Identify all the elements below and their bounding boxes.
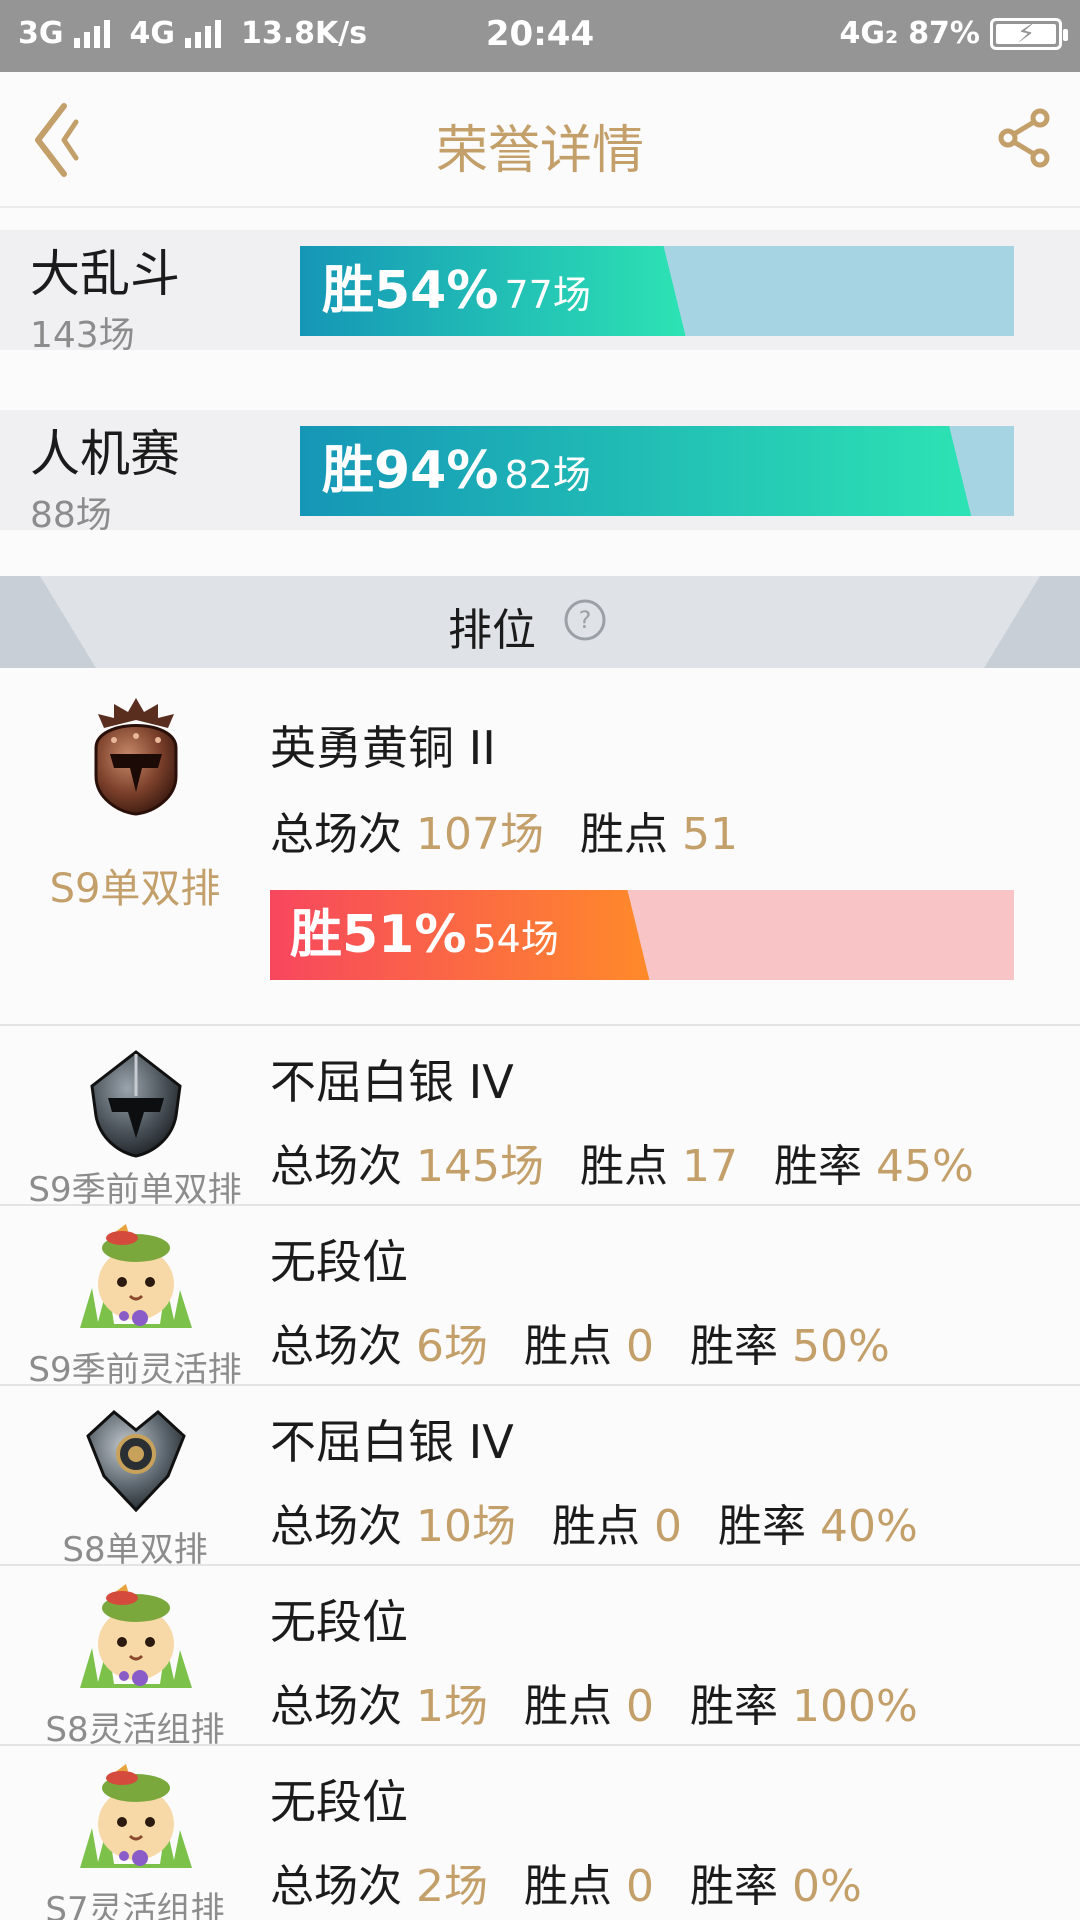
win-rate-label: 胜率 xyxy=(718,1501,806,1552)
league-points-value: 0 xyxy=(626,1321,654,1372)
share-icon[interactable] xyxy=(996,108,1054,168)
ranked-row[interactable]: S8灵活组排 无段位 总场次 1场 胜点 0 胜率 100% xyxy=(0,1566,1080,1750)
rank-stats: 总场次 2场 胜点 0 胜率 0% xyxy=(270,1850,862,1914)
win-rate-value: 45% xyxy=(875,1141,974,1192)
silver-helmet-badge-icon xyxy=(86,1410,186,1513)
league-points-value: 0 xyxy=(654,1501,682,1552)
league-points-label: 胜点 xyxy=(579,809,668,860)
win-games: 82场 xyxy=(504,453,591,497)
season-label: S8灵活组排 xyxy=(45,1710,225,1750)
poro-unranked-icon xyxy=(80,1764,192,1868)
rank-name: 无段位 xyxy=(270,1775,408,1829)
rank-name: 无段位 xyxy=(270,1235,408,1289)
mode-row-aram[interactable]: 大乱斗 143场 胜54% 77场 xyxy=(0,230,1080,356)
season-label: S8单双排 xyxy=(62,1530,208,1570)
mode-name: 人机赛 xyxy=(30,425,180,483)
rank-name: 无段位 xyxy=(270,1595,408,1649)
total-games-value: 107场 xyxy=(416,809,544,860)
league-points-value: 0 xyxy=(626,1861,654,1912)
season-label: S9季前灵活排 xyxy=(28,1350,242,1390)
total-games-value: 10场 xyxy=(416,1501,516,1552)
league-points-label: 胜点 xyxy=(524,1861,612,1912)
season-label: S9季前单双排 xyxy=(28,1170,242,1210)
svg-text:?: ? xyxy=(579,606,592,634)
mode-total-games: 88场 xyxy=(30,495,112,536)
win-rate-value: 40% xyxy=(820,1501,918,1552)
rank-name: 英勇黄铜 II xyxy=(270,721,496,775)
poro-unranked-icon xyxy=(80,1584,192,1688)
win-rate-percent: 胜94% xyxy=(322,441,499,501)
rank-stats: 总场次 6场 胜点 0 胜率 50% xyxy=(270,1310,890,1374)
mode-row-coop-vs-ai[interactable]: 人机赛 88场 胜94% 82场 xyxy=(0,410,1080,536)
win-games: 77场 xyxy=(504,273,591,317)
help-circle-icon[interactable]: ? xyxy=(563,598,607,642)
league-points-label: 胜点 xyxy=(579,1141,668,1192)
status-right: 4G₂ 87% ⚡ xyxy=(839,16,1068,51)
mode-name: 大乱斗 xyxy=(30,245,180,303)
win-rate-label: 胜率 xyxy=(690,1321,778,1372)
win-rate-label: 胜率 xyxy=(773,1141,862,1192)
league-points-value: 17 xyxy=(681,1141,738,1192)
total-games-value: 2场 xyxy=(416,1861,488,1912)
win-rate-percent: 胜51% xyxy=(290,905,467,965)
rank-stats: 总场次 107场 胜点 51 xyxy=(270,798,738,862)
ranked-title: 排位 xyxy=(0,594,1080,658)
league-points-value: 51 xyxy=(681,809,738,860)
win-rate-value: 0% xyxy=(792,1861,862,1912)
bronze-helmet-badge-icon xyxy=(94,698,178,816)
network-type-3: 4G₂ xyxy=(839,16,899,51)
battery-percent: 87% xyxy=(908,16,980,51)
total-games-value: 145场 xyxy=(416,1141,544,1192)
win-rate-value: 100% xyxy=(792,1681,918,1732)
season-label: S7灵活组排 xyxy=(45,1890,225,1920)
ranked-row[interactable]: S8单双排 不屈白银 IV 总场次 10场 胜点 0 胜率 40% xyxy=(0,1386,1080,1570)
win-rate-label: 胜率 xyxy=(690,1861,778,1912)
season-label: S9单双排 xyxy=(49,866,221,912)
league-points-label: 胜点 xyxy=(524,1681,612,1732)
ranked-row-current[interactable]: S9单双排 英勇黄铜 II 总场次 107场 胜点 51 胜51% 54场 xyxy=(0,668,1080,1026)
ranked-section-header: 排位 ? xyxy=(0,576,1080,668)
rank-stats: 总场次 145场 胜点 17 胜率 45% xyxy=(270,1130,974,1194)
rank-stats: 总场次 10场 胜点 0 胜率 40% xyxy=(270,1490,918,1554)
league-points-label: 胜点 xyxy=(524,1321,612,1372)
silver-helmet-badge-icon xyxy=(90,1050,182,1158)
win-games: 54场 xyxy=(472,917,559,961)
total-games-value: 1场 xyxy=(416,1681,488,1732)
ranked-title-text: 排位 xyxy=(448,605,536,656)
page-title: 荣誉详情 xyxy=(435,121,644,181)
status-bar: 3G 4G 13.8K/s 20:44 4G₂ 87% ⚡ xyxy=(0,0,1080,72)
app-header: 荣誉详情 xyxy=(0,72,1080,208)
win-rate-text: 胜54% 77场 xyxy=(322,246,591,336)
mode-total-games: 143场 xyxy=(30,315,135,356)
win-rate-percent: 胜54% xyxy=(322,261,499,321)
rank-name: 不屈白银 IV xyxy=(270,1415,514,1469)
ranked-row[interactable]: S9季前灵活排 无段位 总场次 6场 胜点 0 胜率 50% xyxy=(0,1206,1080,1390)
rank-name: 不屈白银 IV xyxy=(270,1055,514,1109)
league-points-label: 胜点 xyxy=(552,1501,640,1552)
win-rate-value: 50% xyxy=(792,1321,890,1372)
battery-icon: ⚡ xyxy=(990,17,1068,50)
ranked-row[interactable]: S7灵活组排 无段位 总场次 2场 胜点 0 胜率 0% xyxy=(0,1746,1080,1920)
total-games-label: 总场次 xyxy=(270,1501,402,1552)
total-games-label: 总场次 xyxy=(270,809,402,860)
total-games-value: 6场 xyxy=(416,1321,488,1372)
total-games-label: 总场次 xyxy=(270,1681,402,1732)
rank-stats: 总场次 1场 胜点 0 胜率 100% xyxy=(270,1670,918,1734)
win-rate-label: 胜率 xyxy=(690,1681,778,1732)
win-rate-text: 胜94% 82场 xyxy=(322,426,591,516)
win-rate-text: 胜51% 54场 xyxy=(290,890,559,980)
total-games-label: 总场次 xyxy=(270,1321,402,1372)
total-games-label: 总场次 xyxy=(270,1861,402,1912)
poro-unranked-icon xyxy=(80,1224,192,1328)
league-points-value: 0 xyxy=(626,1681,654,1732)
ranked-row[interactable]: S9季前单双排 不屈白银 IV 总场次 145场 胜点 17 胜率 45% xyxy=(0,1026,1080,1210)
total-games-label: 总场次 xyxy=(270,1141,402,1192)
